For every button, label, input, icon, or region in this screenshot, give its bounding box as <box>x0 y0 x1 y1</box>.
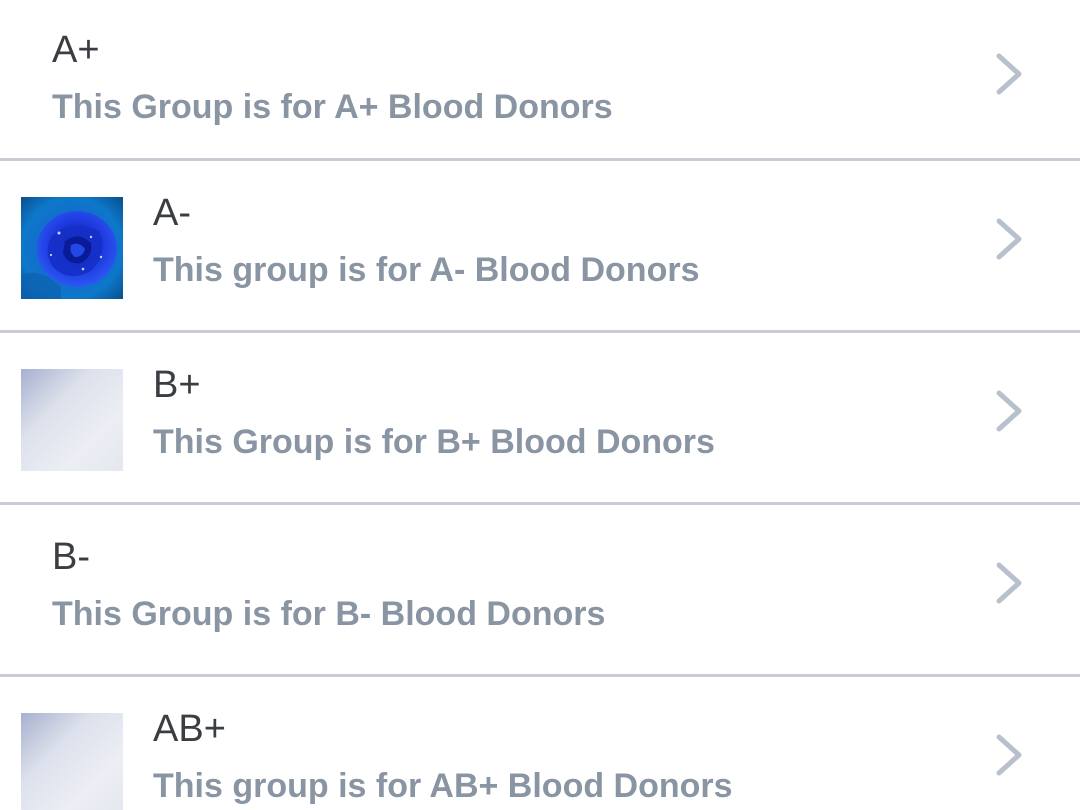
group-subtitle: This group is for AB+ Blood Donors <box>153 767 733 805</box>
chevron-right-icon <box>996 218 1022 260</box>
group-thumbnail <box>21 713 123 810</box>
group-row-a-positive[interactable]: A+ This Group is for A+ Blood Donors <box>0 0 1080 161</box>
group-subtitle: This Group is for B- Blood Donors <box>52 595 606 633</box>
chevron-right-icon <box>996 390 1022 432</box>
group-thumbnail <box>21 369 123 471</box>
group-title: A- <box>153 192 191 234</box>
placeholder-image <box>21 713 123 810</box>
group-text: B- This Group is for B- Blood Donors <box>52 537 960 633</box>
group-title: B- <box>52 536 90 578</box>
group-text: AB+ This group is for AB+ Blood Donors <box>153 709 960 805</box>
group-thumbnail <box>21 197 123 299</box>
group-subtitle: This Group is for A+ Blood Donors <box>52 88 613 126</box>
chevron-right-icon <box>996 734 1022 776</box>
group-title: A+ <box>52 29 100 71</box>
group-row-a-negative[interactable]: A- This group is for A- Blood Donors <box>0 161 1080 333</box>
blue-rose-image <box>21 197 123 299</box>
group-title: B+ <box>153 364 201 406</box>
group-subtitle: This group is for A- Blood Donors <box>153 251 700 289</box>
chevron-right-icon <box>996 562 1022 604</box>
chevron-right-icon <box>996 53 1022 95</box>
group-title: AB+ <box>153 708 226 750</box>
group-text: B+ This Group is for B+ Blood Donors <box>153 365 960 461</box>
group-row-b-negative[interactable]: B- This Group is for B- Blood Donors <box>0 505 1080 677</box>
group-row-b-positive[interactable]: B+ This Group is for B+ Blood Donors <box>0 333 1080 505</box>
placeholder-image <box>21 369 123 471</box>
blood-group-list: A+ This Group is for A+ Blood Donors A- … <box>0 0 1080 810</box>
group-subtitle: This Group is for B+ Blood Donors <box>153 423 715 461</box>
group-text: A+ This Group is for A+ Blood Donors <box>52 30 960 126</box>
group-text: A- This group is for A- Blood Donors <box>153 193 960 289</box>
group-row-ab-positive[interactable]: AB+ This group is for AB+ Blood Donors <box>0 677 1080 810</box>
